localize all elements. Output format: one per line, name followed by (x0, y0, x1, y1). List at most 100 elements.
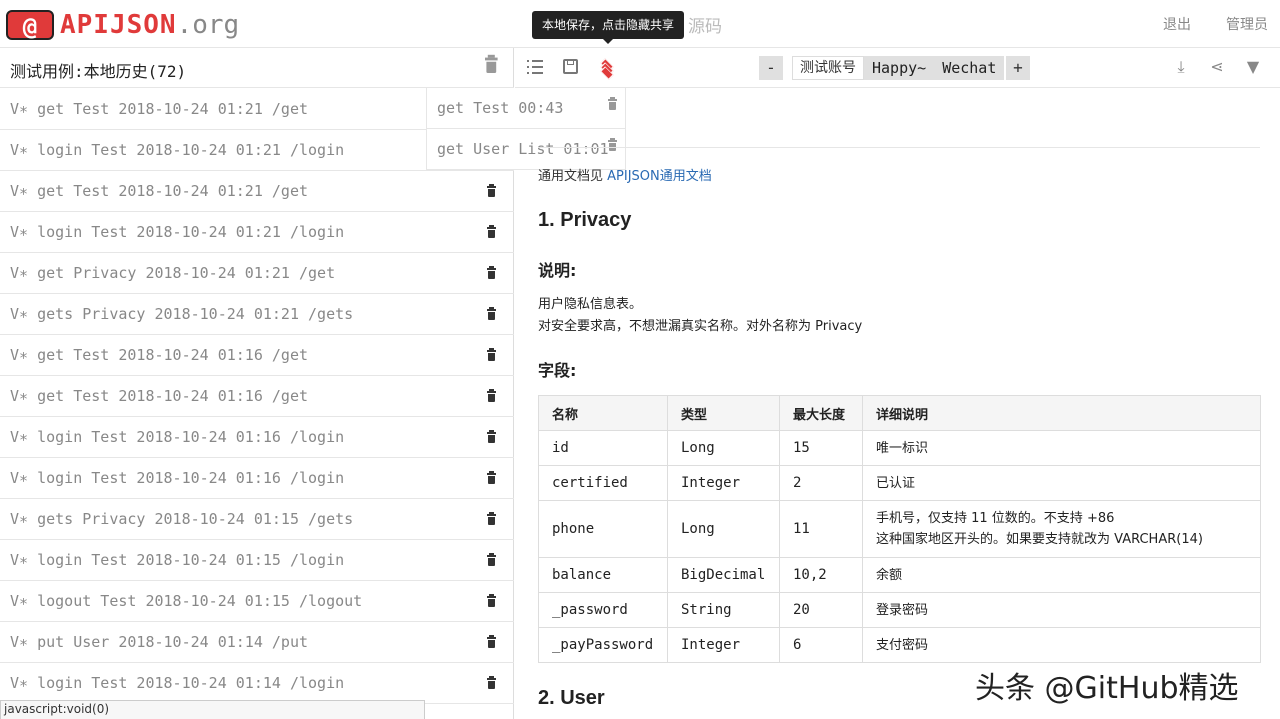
history-item[interactable]: V∗ logout Test 2018-10-24 01:15 /logout (0, 581, 514, 622)
delete-trash-icon[interactable] (486, 430, 498, 444)
status-url: javascript:void(0) (0, 700, 425, 719)
delete-trash-icon[interactable] (486, 594, 498, 608)
history-header: 测试用例:本地历史(72) (0, 48, 514, 88)
description-line: 对安全要求高，不想泄漏真实名称。对外名称为 Privacy (538, 319, 863, 334)
history-item-label: V∗ get Privacy 2018-10-24 01:21 /get (10, 264, 336, 282)
list-icon[interactable] (527, 58, 545, 76)
history-item-label: V∗ get Test 2018-10-24 01:21 /get (10, 182, 309, 200)
delete-trash-icon[interactable] (607, 138, 619, 152)
delete-trash-icon[interactable] (607, 97, 619, 111)
description-line: 用户隐私信息表。 (538, 297, 643, 312)
popup-item[interactable]: get Test 00:43 (427, 88, 625, 129)
logo[interactable]: @ APIJSON .org (6, 9, 239, 41)
doc-note: 通用文档见 APIJSON通用文档 (538, 165, 712, 184)
history-item[interactable]: V∗ get Test 2018-10-24 01:16 /get (0, 376, 514, 417)
delete-trash-icon[interactable] (486, 266, 498, 280)
tooltip: 本地保存，点击隐藏共享 (532, 11, 685, 39)
history-item[interactable]: V∗ get Privacy 2018-10-24 01:21 /get (0, 253, 514, 294)
delete-trash-icon[interactable] (486, 225, 498, 239)
history-item-label: V∗ login Test 2018-10-24 01:21 /login (10, 223, 345, 241)
field-desc: 手机号，仅支持 11 位数的。不支持 +86 这种国家地区开头的。如果要支持就改… (862, 500, 1261, 558)
history-item-label: V∗ put User 2018-10-24 01:14 /put (10, 633, 309, 651)
field-type: Long (667, 430, 780, 466)
field-name: certified (538, 465, 668, 501)
add-account-button[interactable]: + (1006, 56, 1030, 80)
remove-account-button[interactable]: - (759, 56, 783, 80)
table-row: certified Integer 2 已认证 (538, 465, 1261, 501)
field-name: id (538, 430, 668, 466)
history-item[interactable]: V∗ gets Privacy 2018-10-24 01:15 /gets (0, 499, 514, 540)
history-item-label: V∗ get Test 2018-10-24 01:16 /get (10, 346, 309, 364)
column-header: 详细说明 (862, 395, 1261, 431)
history-item[interactable]: V∗ login Test 2018-10-24 01:16 /login (0, 458, 514, 499)
table-header-row: 名称 类型 最大长度 详细说明 (538, 395, 1261, 431)
admin-link[interactable]: 管理员 (1226, 14, 1268, 34)
test-account-label: 测试账号 (792, 56, 864, 80)
logout-link[interactable]: 退出 (1163, 14, 1191, 34)
save-icon[interactable] (563, 59, 578, 74)
field-desc-line: 手机号，仅支持 11 位数的。不支持 +86 (876, 511, 1115, 526)
table-row: _password String 20 登录密码 (538, 592, 1261, 628)
layers-icon[interactable] (599, 58, 617, 80)
history-item[interactable]: V∗ get Test 2018-10-24 01:21 /get (0, 171, 514, 212)
table-row: balance BigDecimal 10,2 余额 (538, 557, 1261, 593)
field-type: Integer (667, 627, 780, 663)
delete-trash-icon[interactable] (486, 348, 498, 362)
history-item-label: V∗ gets Privacy 2018-10-24 01:21 /gets (10, 305, 354, 323)
logo-org: .org (176, 10, 240, 40)
field-name: balance (538, 557, 668, 593)
delete-trash-icon[interactable] (486, 635, 498, 649)
field-type: BigDecimal (667, 557, 780, 593)
field-desc: 登录密码 (862, 592, 1261, 628)
history-item[interactable]: V∗ gets Privacy 2018-10-24 01:21 /gets (0, 294, 514, 335)
delete-trash-icon[interactable] (486, 184, 498, 198)
shirt-icon[interactable]: ▼ (1244, 58, 1262, 76)
history-item[interactable]: V∗ login Test 2018-10-24 01:16 /login (0, 417, 514, 458)
history-item-label: V∗ login Test 2018-10-24 01:21 /login (10, 141, 345, 159)
field-name: _password (538, 592, 668, 628)
history-item[interactable]: V∗ login Test 2018-10-24 01:15 /login (0, 540, 514, 581)
shared-history-popup: get Test 00:43 get User List 01:01 (426, 88, 626, 170)
watermark: 头条 @GitHub精选 (975, 671, 1239, 706)
delete-trash-icon[interactable] (486, 307, 498, 321)
history-item-label: V∗ login Test 2018-10-24 01:16 /login (10, 428, 345, 446)
field-name: _payPassword (538, 627, 668, 663)
field-desc: 已认证 (862, 465, 1261, 501)
history-item-label: V∗ login Test 2018-10-24 01:15 /login (10, 551, 345, 569)
delete-trash-icon[interactable] (486, 471, 498, 485)
history-item[interactable]: V∗ get Test 2018-10-24 01:16 /get (0, 335, 514, 376)
delete-trash-icon[interactable] (486, 676, 498, 690)
history-item-label: V∗ login Test 2018-10-24 01:16 /login (10, 469, 345, 487)
account-happy[interactable]: Happy~ (864, 56, 935, 80)
history-list: V∗ get Test 2018-10-24 01:21 /get V∗ log… (0, 89, 514, 704)
doc-link[interactable]: APIJSON通用文档 (607, 169, 712, 184)
field-type: Integer (667, 465, 780, 501)
field-length: 6 (779, 627, 863, 663)
history-item-label: V∗ gets Privacy 2018-10-24 01:15 /gets (10, 510, 354, 528)
tooltip-arrow (603, 39, 613, 44)
download-icon[interactable]: ⤓ (1172, 58, 1190, 76)
column-header: 类型 (667, 395, 780, 431)
logo-name: APIJSON (60, 10, 177, 40)
field-desc: 唯一标识 (862, 430, 1261, 466)
history-item[interactable]: V∗ login Test 2018-10-24 01:21 /login (0, 212, 514, 253)
share-icon[interactable]: ⋖ (1208, 58, 1226, 76)
history-item-label: V∗ get Test 2018-10-24 01:21 /get (10, 100, 309, 118)
delete-trash-icon[interactable] (486, 512, 498, 526)
field-desc: 支付密码 (862, 627, 1261, 663)
history-item-label: V∗ login Test 2018-10-24 01:14 /login (10, 674, 345, 692)
account-switcher: 测试账号 Happy~ Wechat (792, 56, 1005, 80)
popup-item[interactable]: get User List 01:01 (427, 129, 625, 170)
account-wechat[interactable]: Wechat (934, 56, 1005, 80)
delete-trash-icon[interactable] (486, 389, 498, 403)
delete-trash-icon[interactable] (486, 553, 498, 567)
history-item[interactable]: V∗ put User 2018-10-24 01:14 /put (0, 622, 514, 663)
field-length: 11 (779, 500, 863, 558)
history-item[interactable]: V∗ login Test 2018-10-24 01:14 /login (0, 663, 514, 704)
clear-history-trash-icon[interactable] (484, 54, 501, 75)
field-desc-line: 这种国家地区开头的。如果要支持就改为 VARCHAR(14) (876, 532, 1203, 547)
popup-item-label: get Test 00:43 (437, 99, 564, 117)
source-code-link[interactable]: 源码 (688, 12, 722, 37)
table-row: _payPassword Integer 6 支付密码 (538, 627, 1261, 663)
popup-item-label: get User List 01:01 (437, 140, 609, 158)
